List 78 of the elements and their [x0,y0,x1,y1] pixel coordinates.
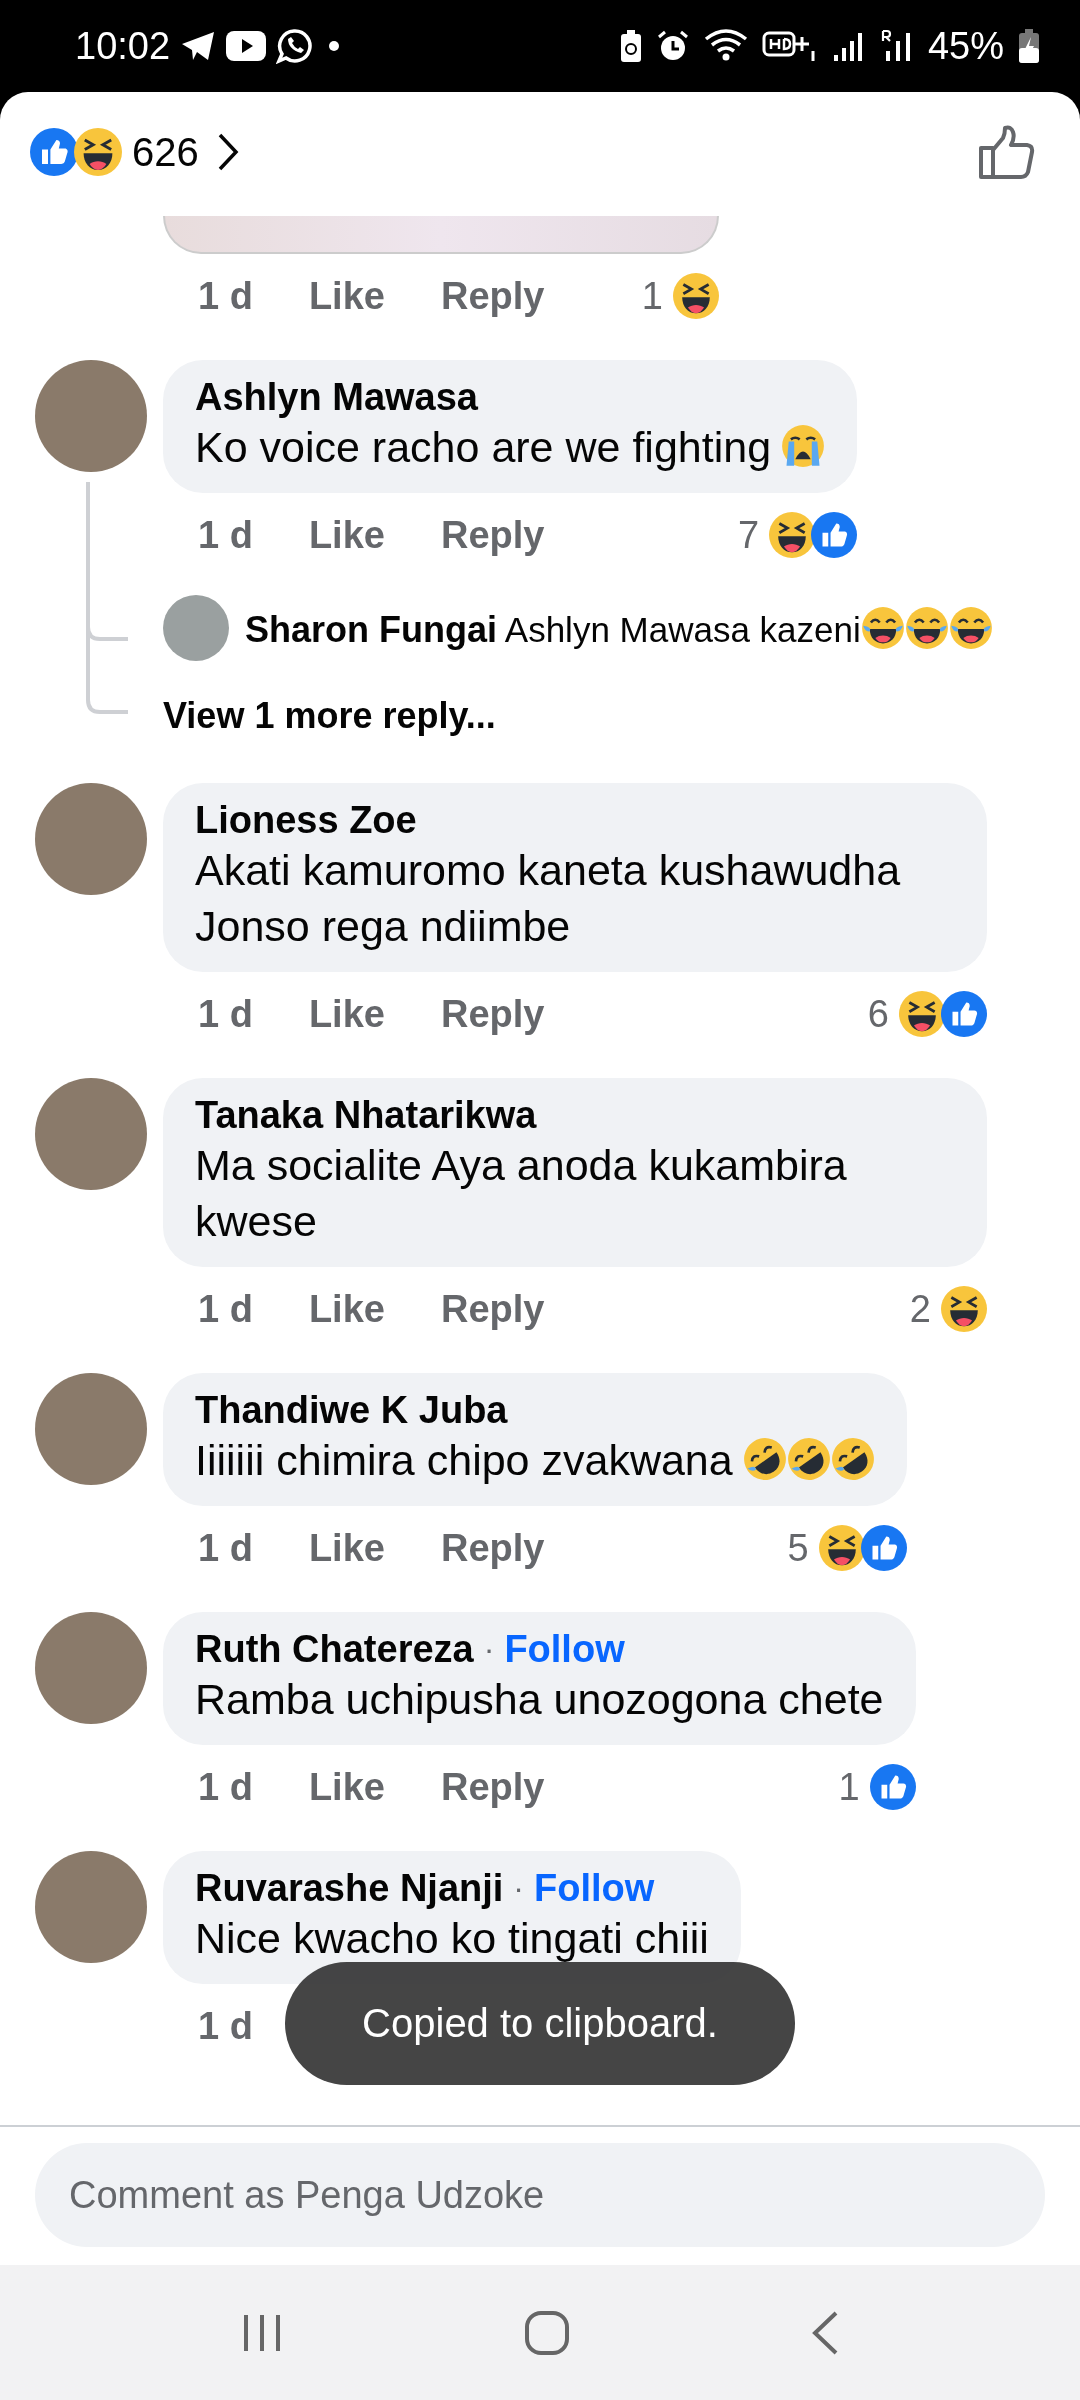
comment-text: Ramba uchipusha unozogona chete [195,1674,884,1725]
like-link[interactable]: Like [308,274,385,318]
battery-saver-icon [619,29,642,63]
reaction-count[interactable]: 6 [867,992,889,1036]
laughing-face-icon [941,1286,987,1332]
laughing-face-icon [74,128,122,176]
follow-link[interactable]: Follow [534,1867,655,1910]
comment-input-field[interactable]: Comment as Penga Udzoke [35,2143,1045,2247]
like-link[interactable]: Like [308,992,385,1036]
reaction-count[interactable]: 626 [132,129,199,175]
comment-text: Akati kamuromo kaneta kushawudha Jonso rega ndiimbe [195,845,902,952]
thumbs-up-icon [941,991,987,1037]
reply-link[interactable]: Reply [440,513,545,557]
hd-call-icon [761,29,818,63]
reaction-count[interactable]: 1 [641,274,663,318]
author-name[interactable]: Thandiwe K Juba [195,1389,508,1432]
wifi-icon [703,29,748,63]
back-icon[interactable] [810,2309,840,2356]
tears-of-joy-icon [904,605,949,650]
tears-of-joy-icon [948,605,993,650]
like-link[interactable]: Like [308,513,385,557]
view-more-replies-link[interactable]: View 1 more reply... [163,695,496,737]
thumbs-up-icon [860,1525,907,1571]
status-time: 10:02 [75,24,171,68]
separator-dot: · [512,1870,525,1907]
reply-link[interactable]: Reply [440,274,545,318]
thumbs-up-icon [30,128,78,176]
reply-link[interactable]: Reply [440,1765,545,1809]
tears-of-joy-icon [860,605,905,650]
like-link[interactable]: Like [308,1765,385,1809]
comment-time: 1 d [198,2004,253,2048]
reaction-count[interactable]: 1 [838,1765,860,1809]
rolling-laughing-icon [786,1437,831,1481]
rolling-laughing-icon [830,1437,875,1481]
chat-bubble-icon [276,28,313,64]
author-name[interactable]: Ashlyn Mawasa [195,376,478,419]
author-name[interactable]: Lioness Zoe [195,799,417,842]
comment-text: Ma socialite Aya anoda kukambira kwese [195,1140,848,1247]
reply-text: Sharon Fungai Ashlyn Mawasa kazeni [245,605,993,651]
play-icon [226,31,267,61]
comment-time: 1 d [198,274,253,318]
comment-time: 1 d [198,513,253,557]
alarm-icon [655,29,690,63]
comment-time: 1 d [198,1287,253,1331]
comment-time: 1 d [198,1526,253,1570]
comment-text: Nice kwacho ko tingati chiii [195,1913,709,1964]
rolling-laughing-icon [742,1437,787,1481]
reaction-count[interactable]: 7 [737,513,760,557]
battery-charging-icon [1018,28,1040,64]
reaction-count[interactable]: 5 [787,1526,809,1570]
laughing-face-icon [673,273,719,319]
laughing-face-icon [818,1525,865,1571]
reply-link[interactable]: Reply [440,1287,545,1331]
like-link[interactable]: Like [308,1526,385,1570]
paper-plane-icon [180,30,217,62]
author-name[interactable]: Ruvarashe Njanji [195,1867,504,1910]
follow-link[interactable]: Follow [504,1628,625,1671]
home-icon[interactable] [524,2309,570,2356]
reply-link[interactable]: Reply [440,992,545,1036]
author-name[interactable]: Tanaka Nhatarikwa [195,1094,537,1137]
thumbs-up-icon [869,1764,916,1810]
comment-time: 1 d [198,992,253,1036]
reply-link[interactable]: Reply [440,1526,545,1570]
author-name[interactable]: Ruth Chatereza [195,1628,474,1671]
thumbs-up-icon [811,512,858,558]
thumbs-up-icon[interactable] [977,123,1035,181]
copied-toast: Copied to clipboard. [285,1962,795,2085]
separator-dot: · [482,1631,496,1668]
battery-percentage: 45% [927,24,1004,68]
crying-face-icon [781,424,826,468]
laughing-face-icon [769,512,816,558]
laughing-face-icon [899,991,945,1037]
like-link[interactable]: Like [308,1287,385,1331]
comment-time: 1 d [198,1765,253,1809]
chevron-right-icon[interactable] [216,132,239,172]
comment-text: Ko voice racho are we fighting [195,419,826,475]
reaction-count[interactable]: 2 [909,1287,931,1331]
comment-text: Iiiiiii chimira chipo zvakwana [195,1432,875,1488]
